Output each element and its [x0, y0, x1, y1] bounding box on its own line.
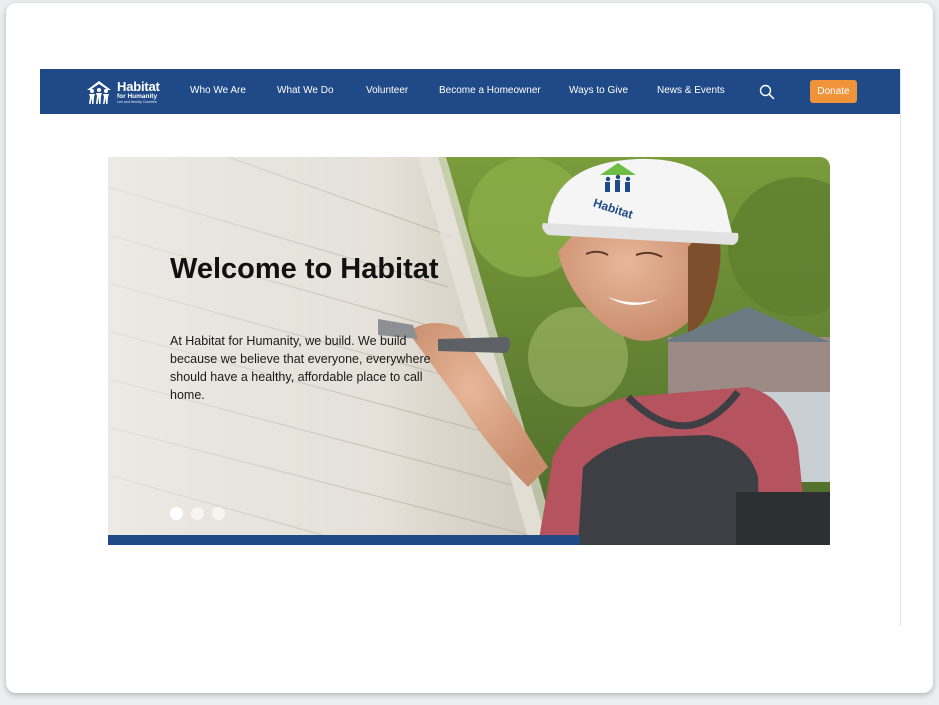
- logo-affiliate: Lee and Hendry Counties: [117, 100, 157, 104]
- nav-item-news-events[interactable]: News & Events: [657, 85, 725, 96]
- nav-item-become-a-homeowner[interactable]: Become a Homeowner: [439, 85, 541, 96]
- carousel-indicators: [170, 507, 225, 520]
- browser-frame: Habitat for Humanity Lee and Hendry Coun…: [6, 3, 933, 693]
- nav-item-volunteer[interactable]: Volunteer: [366, 85, 408, 96]
- hero-title: Welcome to Habitat: [170, 253, 439, 285]
- nav-item-who-we-are[interactable]: Who We Are: [190, 85, 246, 96]
- hero-accent-bar: [108, 535, 580, 545]
- nav-item-what-we-do[interactable]: What We Do: [277, 85, 334, 96]
- habitat-logo[interactable]: Habitat for Humanity Lee and Hendry Coun…: [84, 75, 160, 109]
- logo-title: Habitat: [117, 78, 160, 94]
- carousel-dot-3[interactable]: [212, 507, 225, 520]
- main-navigation: Habitat for Humanity Lee and Hendry Coun…: [40, 69, 900, 114]
- habitat-logo-icon: [87, 81, 111, 104]
- hero-description: At Habitat for Humanity, we build. We bu…: [170, 334, 431, 402]
- hero-banner: Habitat Welcome to Habitat At Habitat fo…: [108, 157, 830, 545]
- website: Habitat for Humanity Lee and Hendry Coun…: [40, 69, 901, 626]
- carousel-dot-1[interactable]: [170, 507, 183, 520]
- search-icon[interactable]: [759, 84, 775, 100]
- donate-button[interactable]: Donate: [810, 80, 857, 103]
- carousel-dot-2[interactable]: [191, 507, 204, 520]
- logo-text: Habitat for Humanity Lee and Hendry Coun…: [117, 80, 160, 105]
- nav-item-ways-to-give[interactable]: Ways to Give: [569, 85, 628, 96]
